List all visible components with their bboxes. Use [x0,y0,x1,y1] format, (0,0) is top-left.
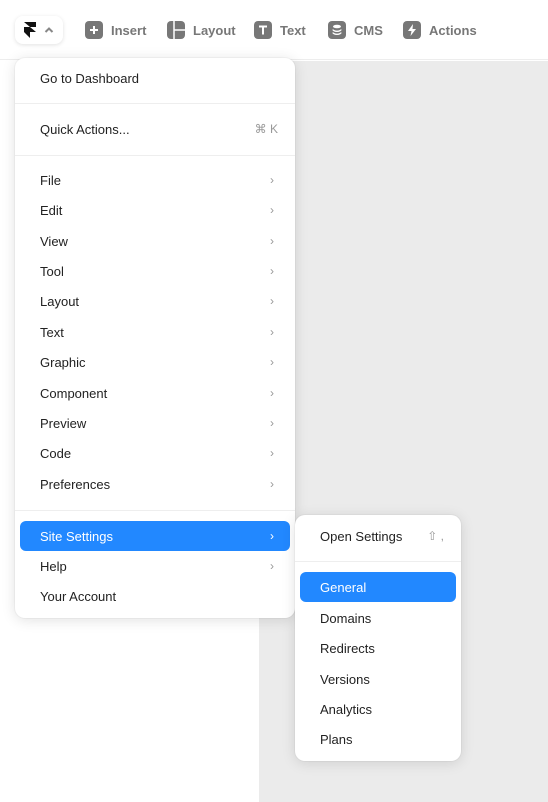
site-settings-submenu: Open Settings ⇧ , General Domains Redire… [295,515,461,761]
menu-item-label: View [40,233,68,249]
shortcut-label: ⌘ K [254,122,278,136]
framer-menu-button[interactable] [15,16,63,44]
menu-item-text[interactable]: Text › [20,317,290,347]
menu-item-label: Domains [320,610,372,626]
layout-icon [167,21,185,39]
toolbar-cms-label: CMS [354,22,383,38]
text-icon [254,21,272,39]
menu-separator [295,561,461,562]
submenu-item-domains[interactable]: Domains [300,603,456,633]
chevron-right-icon: › [270,477,274,491]
menu-separator [15,103,295,104]
menu-item-label: Graphic [40,354,86,370]
menu-item-component[interactable]: Component › [20,378,290,408]
chevron-up-icon [44,27,54,33]
menu-item-quick-actions[interactable]: Quick Actions... ⌘ K [20,114,290,144]
toolbar-text[interactable]: Text [254,20,306,40]
menu-item-site-settings[interactable]: Site Settings › [20,521,290,551]
toolbar-insert[interactable]: Insert [85,20,146,40]
menu-item-label: General [320,579,367,595]
chevron-right-icon: › [270,559,274,573]
chevron-right-icon: › [270,416,274,430]
menu-item-help[interactable]: Help › [20,551,290,581]
menu-item-edit[interactable]: Edit › [20,195,290,225]
bolt-icon [403,21,421,39]
menu-item-label: Preview [40,415,87,431]
menu-item-label: File [40,172,61,188]
menu-item-label: Text [40,324,64,340]
submenu-item-general[interactable]: General [300,572,456,602]
toolbar-actions[interactable]: Actions [403,20,477,40]
menu-item-label: Help [40,558,67,574]
toolbar-insert-label: Insert [111,22,147,38]
menu-item-label: Open Settings [320,528,403,544]
menu-item-label: Layout [40,293,80,309]
menu-item-your-account[interactable]: Your Account [20,581,290,611]
toolbar-layout[interactable]: Layout [167,20,236,40]
main-menu: Go to Dashboard Quick Actions... ⌘ K Fil… [15,58,295,618]
menu-item-graphic[interactable]: Graphic › [20,347,290,377]
chevron-right-icon: › [270,446,274,460]
menu-item-label: Quick Actions... [40,121,130,137]
menu-item-preview[interactable]: Preview › [20,408,290,438]
menu-item-label: Code [40,445,72,461]
chevron-right-icon: › [270,294,274,308]
toolbar-text-label: Text [280,22,306,38]
chevron-right-icon: › [270,203,274,217]
menu-item-label: Preferences [40,476,111,492]
chevron-right-icon: › [270,355,274,369]
menu-item-go-to-dashboard[interactable]: Go to Dashboard [20,63,290,93]
submenu-item-versions[interactable]: Versions [300,664,456,694]
menu-item-label: Analytics [320,701,373,717]
toolbar-cms[interactable]: CMS [328,20,383,40]
database-icon [328,21,346,39]
menu-item-label: Component [40,385,108,401]
submenu-item-plans[interactable]: Plans [300,724,456,754]
menu-item-view[interactable]: View › [20,226,290,256]
menu-item-label: Plans [320,731,353,747]
chevron-right-icon: › [270,264,274,278]
shortcut-label: ⇧ , [427,529,444,543]
submenu-item-analytics[interactable]: Analytics [300,694,456,724]
menu-item-label: Site Settings [40,528,113,544]
chevron-right-icon: › [270,234,274,248]
menu-item-preferences[interactable]: Preferences › [20,469,290,499]
toolbar-layout-label: Layout [193,22,236,38]
menu-item-label: Your Account [40,588,117,604]
toolbar-actions-label: Actions [429,22,477,38]
menu-item-code[interactable]: Code › [20,438,290,468]
toolbar: Insert Layout Text CMS Actions [0,0,548,60]
submenu-item-redirects[interactable]: Redirects [300,633,456,663]
menu-item-label: Go to Dashboard [40,70,140,86]
menu-item-label: Tool [40,263,64,279]
menu-item-tool[interactable]: Tool › [20,256,290,286]
menu-item-label: Versions [320,671,370,687]
menu-item-file[interactable]: File › [20,165,290,195]
menu-separator [15,510,295,511]
plus-icon [85,21,103,39]
submenu-item-open-settings[interactable]: Open Settings ⇧ , [300,521,456,551]
menu-separator [15,155,295,156]
chevron-right-icon: › [270,529,274,543]
menu-item-label: Edit [40,202,63,218]
menu-item-layout[interactable]: Layout › [20,286,290,316]
chevron-right-icon: › [270,325,274,339]
chevron-right-icon: › [270,173,274,187]
framer-logo-icon [24,22,36,38]
menu-item-label: Redirects [320,640,375,656]
chevron-right-icon: › [270,386,274,400]
